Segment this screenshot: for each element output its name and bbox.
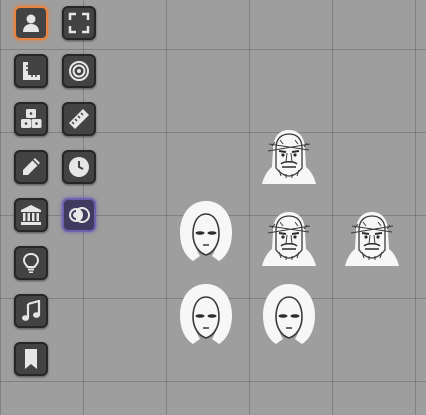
ruler-button[interactable] (62, 102, 96, 136)
select-token-button[interactable] (14, 6, 48, 40)
target-button[interactable] (62, 54, 96, 88)
fullscreen-icon (68, 12, 90, 34)
fog-toggle-button[interactable] (62, 198, 96, 232)
bookmarks-button[interactable] (14, 342, 48, 376)
target-icon (68, 60, 90, 82)
toolbar (0, 0, 110, 415)
pencil-icon (20, 156, 42, 178)
bookmark-icon (20, 348, 42, 370)
rules-button[interactable] (14, 198, 48, 232)
clock-icon (68, 156, 90, 178)
bearded-face-icon (339, 206, 405, 272)
hooded-figure-icon (173, 281, 239, 347)
toggle-circles-icon (68, 204, 90, 226)
bearded-cultist-token[interactable] (256, 124, 322, 190)
notes-button[interactable] (14, 246, 48, 280)
person-icon (20, 12, 42, 34)
bearded-cultist-token[interactable] (339, 206, 405, 272)
dice-icon (20, 108, 42, 130)
dice-button[interactable] (14, 102, 48, 136)
hooded-figure-token[interactable] (173, 281, 239, 347)
hooded-figure-token[interactable] (173, 198, 239, 264)
ruler-icon (68, 108, 90, 130)
ruler-square-icon (20, 60, 42, 82)
bearded-face-icon (256, 206, 322, 272)
bank-icon (20, 204, 42, 226)
hooded-figure-icon (256, 281, 322, 347)
drawing-button[interactable] (14, 150, 48, 184)
music-note-icon (20, 300, 42, 322)
measure-button[interactable] (14, 54, 48, 88)
fullscreen-button[interactable] (62, 6, 96, 40)
hooded-figure-icon (173, 198, 239, 264)
bearded-face-icon (256, 124, 322, 190)
lightbulb-icon (20, 252, 42, 274)
clock-button[interactable] (62, 150, 96, 184)
bearded-cultist-token[interactable] (256, 206, 322, 272)
hooded-figure-token[interactable] (256, 281, 322, 347)
audio-button[interactable] (14, 294, 48, 328)
